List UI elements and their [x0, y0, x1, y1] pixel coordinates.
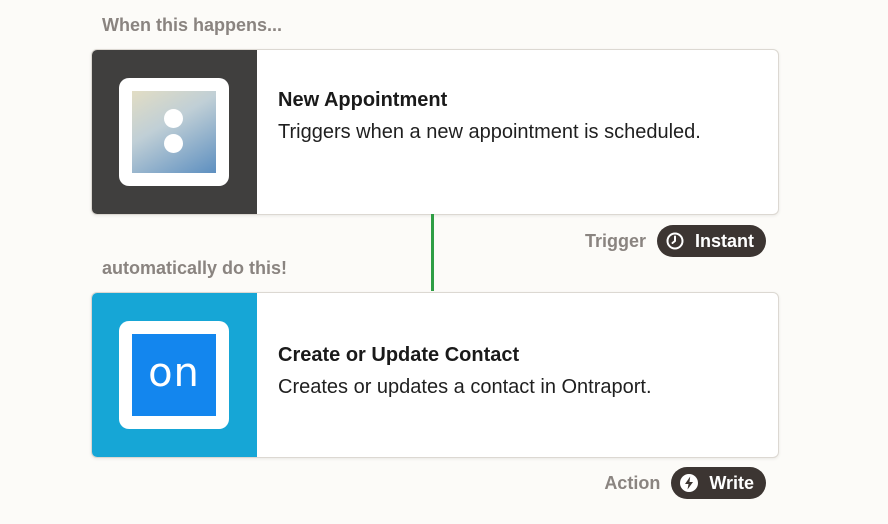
action-type-label: Action: [604, 472, 661, 493]
instant-badge-label: Instant: [694, 230, 754, 251]
trigger-step-card[interactable]: New Appointment Triggers when a new appo…: [91, 49, 779, 215]
step-connector-line: [431, 214, 434, 291]
action-description: Creates or updates a contact in Ontrapor…: [278, 376, 652, 398]
trigger-app-panel: [92, 50, 257, 214]
trigger-title: New Appointment: [278, 89, 448, 111]
action-title: Create or Update Contact: [278, 344, 520, 366]
action-step-card[interactable]: on Create or Update Contact Creates or u…: [91, 292, 779, 458]
action-meta-row: Action Write: [604, 467, 766, 499]
ontraport-logo-icon: on: [132, 334, 216, 416]
lightning-bolt-icon: [680, 474, 699, 492]
write-badge-label: Write: [709, 472, 754, 493]
trigger-section-label: When this happens...: [102, 15, 283, 35]
action-section-label: automatically do this!: [102, 258, 288, 278]
clock-icon: [666, 232, 684, 250]
trigger-description: Triggers when a new appointment is sched…: [278, 121, 701, 143]
logo-dot-bottom: [164, 134, 183, 153]
scheduling-app-logo-icon: [132, 91, 216, 173]
action-app-panel: on: [92, 293, 257, 457]
trigger-card-text: New Appointment Triggers when a new appo…: [278, 89, 758, 146]
instant-badge: Instant: [656, 225, 766, 257]
logo-dot-top: [164, 109, 183, 128]
action-card-text: Create or Update Contact Creates or upda…: [278, 344, 758, 401]
trigger-type-label: Trigger: [584, 230, 646, 251]
trigger-meta-row: Trigger Instant: [585, 225, 766, 257]
trigger-app-icon-frame: [119, 78, 229, 186]
action-app-icon-frame: on: [119, 321, 229, 429]
ontraport-logo-text: on: [148, 350, 200, 396]
write-badge: Write: [671, 467, 766, 499]
